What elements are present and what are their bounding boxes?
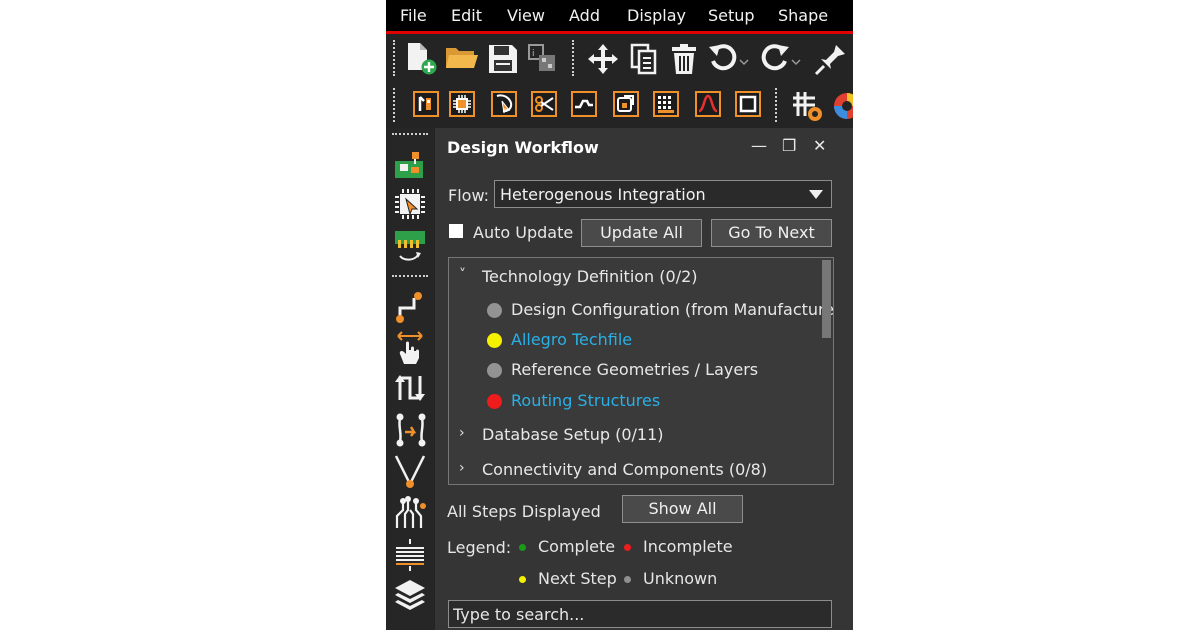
tree-step-label: Design Configuration (from Manufacture [511, 300, 834, 319]
tree-step-reference-geometries[interactable]: Reference Geometries / Layers [449, 357, 829, 385]
legend-incomplete-label: Incomplete [643, 537, 733, 556]
strip-divider [392, 133, 428, 137]
flow-label: Flow: [448, 186, 490, 205]
cut-icon[interactable] [531, 91, 557, 117]
status-unknown-icon [487, 363, 502, 378]
panel-title: Design Workflow [447, 138, 599, 157]
tree-node-technology-definition[interactable]: ˅ Technology Definition (0/2) [449, 264, 829, 292]
tree-node-connectivity-components[interactable]: › Connectivity and Components (0/8) [449, 457, 829, 484]
route-icon[interactable] [571, 91, 597, 117]
app-window: File Edit View Add Display Setup Shape i [386, 0, 853, 630]
flow-select-value: Heterogenous Integration [500, 185, 706, 204]
grid-icon[interactable] [791, 90, 825, 122]
tree-step-design-configuration[interactable]: Design Configuration (from Manufacture [449, 297, 833, 325]
legend-complete-dot [519, 544, 526, 551]
grid-array-icon[interactable] [653, 91, 679, 117]
tree-scrollbar-thumb[interactable] [822, 260, 831, 338]
v-route-icon[interactable] [394, 454, 428, 490]
toolbar-grip-4[interactable] [775, 88, 779, 122]
tree-node-database-setup[interactable]: › Database Setup (0/11) [449, 422, 829, 450]
fanout-icon[interactable] [394, 496, 428, 532]
toolbar-grip-3[interactable] [393, 88, 397, 122]
delete-icon[interactable] [669, 43, 699, 75]
save-icon[interactable] [487, 43, 519, 75]
path-icon[interactable] [394, 412, 428, 448]
square-icon[interactable] [735, 91, 761, 117]
redo-icon[interactable] [760, 43, 802, 75]
select-icon[interactable] [491, 91, 517, 117]
route-node-icon[interactable] [394, 290, 426, 324]
menu-add[interactable]: Add [569, 6, 600, 25]
menu-setup[interactable]: Setup [708, 6, 755, 25]
swap-icon[interactable] [394, 372, 426, 404]
legend-incomplete-dot [624, 544, 631, 551]
tree-node-label: Technology Definition (0/2) [482, 267, 698, 286]
design-workflow-panel: Design Workflow — ❐ ✕ Flow: Heterogenous… [435, 128, 853, 630]
menu-shape[interactable]: Shape [778, 6, 828, 25]
toolbar-grip-2[interactable] [572, 40, 576, 76]
legend-unknown-dot [624, 576, 631, 583]
tree-step-label[interactable]: Allegro Techfile [511, 330, 632, 349]
legend-complete-label: Complete [538, 537, 616, 556]
menu-file[interactable]: File [400, 6, 427, 25]
chevron-down-icon[interactable]: ˅ [459, 267, 466, 283]
component-icon[interactable] [449, 91, 475, 117]
legend-unknown-label: Unknown [643, 569, 718, 588]
tree-step-label[interactable]: Routing Structures [511, 391, 660, 410]
open-folder-icon[interactable] [444, 44, 480, 72]
left-icon-strip [386, 128, 434, 630]
workflow-tree: ˅ Technology Definition (0/2) Design Con… [448, 257, 834, 485]
search-input[interactable] [448, 600, 832, 628]
color-wheel-icon[interactable] [832, 91, 853, 121]
chevron-right-icon[interactable]: › [459, 460, 465, 476]
tree-step-allegro-techfile[interactable]: Allegro Techfile [449, 327, 829, 355]
tree-step-routing-structures[interactable]: Routing Structures [449, 388, 829, 416]
menu-bar: File Edit View Add Display Setup Shape [386, 0, 853, 31]
tree-step-label: Reference Geometries / Layers [511, 360, 759, 379]
connector-icon[interactable] [394, 228, 426, 262]
pin-icon[interactable] [814, 42, 848, 76]
app-mode-toolbar [386, 82, 853, 128]
main-toolbar: i [386, 34, 853, 82]
status-next-step-icon [487, 333, 502, 348]
legend-next-step-label: Next Step [538, 569, 617, 588]
board-icon[interactable] [394, 150, 426, 180]
undo-icon[interactable] [708, 43, 750, 75]
svg-text:i: i [532, 49, 535, 59]
go-to-next-button[interactable]: Go To Next [711, 219, 832, 247]
steps-displayed-label: All Steps Displayed [447, 502, 601, 521]
hand-icon[interactable] [394, 330, 426, 366]
menu-view[interactable]: View [507, 6, 545, 25]
update-all-button[interactable]: Update All [581, 219, 702, 247]
curve-icon[interactable] [695, 91, 721, 117]
status-incomplete-icon [487, 394, 502, 409]
status-unknown-icon [487, 303, 502, 318]
copy-icon[interactable] [629, 43, 659, 75]
chevron-right-icon[interactable]: › [459, 425, 465, 441]
toolbar-grip[interactable] [393, 40, 397, 76]
chevron-down-icon [809, 190, 823, 199]
close-icon[interactable]: ✕ [813, 136, 826, 155]
move-icon[interactable] [587, 43, 619, 75]
menu-display[interactable]: Display [627, 6, 686, 25]
auto-update-label: Auto Update [473, 223, 574, 242]
flow-select[interactable]: Heterogenous Integration [494, 180, 832, 208]
place-icon[interactable] [413, 91, 439, 117]
legend-label: Legend: [447, 538, 512, 557]
legend-next-step-dot [519, 576, 526, 583]
chip-select-icon[interactable] [394, 188, 426, 220]
auto-update-checkbox[interactable] [449, 224, 463, 238]
tree-node-label: Database Setup (0/11) [482, 425, 664, 444]
layers-icon[interactable] [394, 578, 428, 612]
export-icon[interactable]: i [527, 43, 559, 75]
tree-node-label: Connectivity and Components (0/8) [482, 460, 768, 479]
minimize-icon[interactable]: — [751, 136, 767, 155]
bus-icon[interactable] [394, 538, 428, 572]
strip-divider-2 [392, 275, 428, 279]
menu-edit[interactable]: Edit [451, 6, 482, 25]
new-file-icon[interactable] [404, 42, 438, 76]
shape-icon[interactable] [613, 91, 639, 117]
restore-icon[interactable]: ❐ [782, 136, 796, 155]
show-all-button[interactable]: Show All [622, 495, 743, 523]
